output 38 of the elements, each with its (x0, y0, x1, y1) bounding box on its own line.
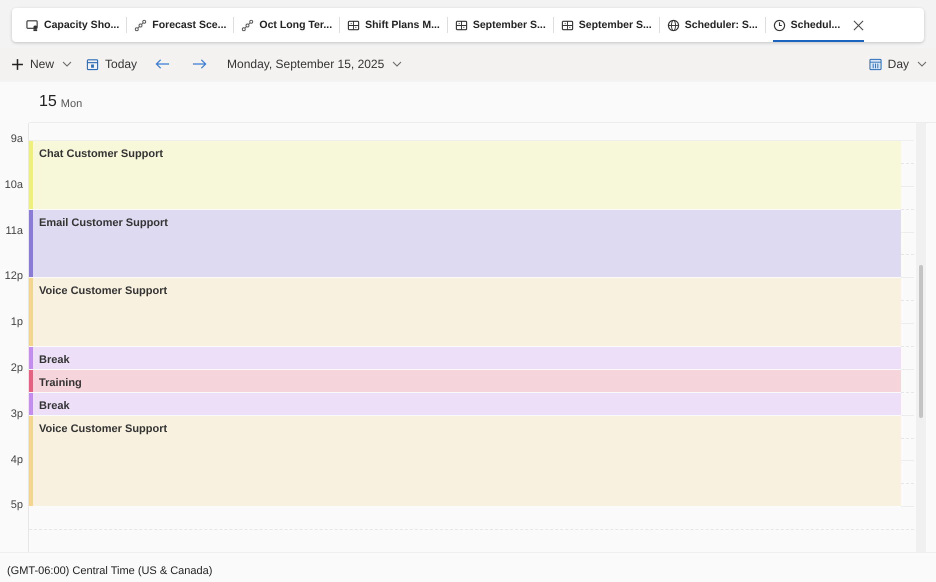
event-title: Break (39, 400, 70, 412)
calendar-event[interactable]: Email Customer Support (29, 210, 901, 278)
hour-label: 11a (5, 224, 23, 237)
calendar-event[interactable]: Break (29, 347, 901, 370)
event-title: Email Customer Support (39, 216, 168, 229)
calendar-event[interactable]: Break (29, 392, 901, 416)
today-button[interactable]: Today (81, 53, 142, 75)
hour-label: 4p (10, 454, 23, 466)
tab[interactable]: Shift Plans M... (347, 8, 440, 42)
day-number: 15 (39, 93, 57, 111)
hour-label: 12p (4, 270, 23, 282)
event-title: Voice Customer Support (39, 285, 168, 298)
timezone-label: (GMT-06:00) Central Time (US & Canada) (0, 552, 936, 582)
tab[interactable]: September S... (454, 8, 546, 42)
event-title: Break (39, 354, 70, 366)
calendar-event[interactable]: Voice Customer Support (29, 278, 901, 348)
tab[interactable]: Capacity Sho... (26, 8, 120, 42)
tab[interactable]: Forecast Sce... (134, 8, 226, 42)
hour-label: 1p (10, 316, 23, 328)
hour-label: 2p (10, 362, 23, 374)
tab[interactable]: Schedul... (772, 8, 864, 42)
tab[interactable]: Oct Long Ter... (241, 8, 332, 42)
hour-label: 9a (10, 133, 23, 145)
hour-label: 3p (10, 408, 23, 420)
weekday-label: Mon (60, 98, 82, 110)
event-title: Chat Customer Support (39, 148, 164, 160)
calendar-event[interactable]: Chat Customer Support (29, 141, 901, 210)
calendar-event[interactable]: Training (29, 370, 901, 393)
hour-label: 10a (4, 178, 23, 191)
date-picker[interactable]: Monday, September 15, 2025 (222, 53, 408, 75)
hour-label: 5p (10, 499, 23, 512)
tab[interactable]: Scheduler: S... (666, 8, 758, 42)
event-title: Training (39, 376, 82, 389)
event-title: Voice Customer Support (39, 422, 168, 435)
new-button[interactable]: New (6, 53, 78, 75)
tab[interactable]: September S... (560, 8, 652, 42)
view-selector[interactable]: Day (864, 53, 932, 75)
calendar-event[interactable]: Voice Customer Support (29, 416, 901, 508)
